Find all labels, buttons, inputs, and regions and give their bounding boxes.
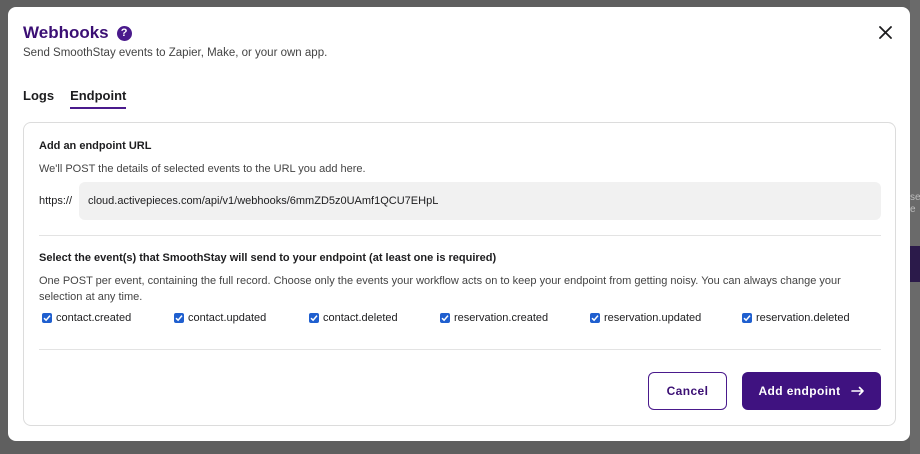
checkbox[interactable] [174,313,184,323]
check-icon [310,315,318,322]
add-endpoint-label: Add endpoint [758,384,841,398]
divider [39,235,881,236]
check-icon [175,315,183,322]
dialog-title: Webhooks [23,23,109,42]
events-section-description: One POST per event, containing the full … [39,275,841,303]
checkbox[interactable] [440,313,450,323]
divider [39,349,881,350]
event-checkbox-list: contact.created contact.updated contact.… [42,312,882,328]
checkbox[interactable] [590,313,600,323]
event-label: reservation.created [454,312,549,324]
backdrop-button [910,246,920,282]
check-icon [743,315,751,322]
event-label: contact.updated [188,312,267,324]
url-protocol-label: https:// [39,195,73,207]
event-reservation-updated[interactable]: reservation.updated [590,312,701,324]
event-label: contact.deleted [323,312,398,324]
check-icon [441,315,449,322]
webhooks-dialog: Webhooks ? Send SmoothStay events to Zap… [8,7,910,441]
tab-bar: Logs Endpoint [23,88,142,109]
arrow-right-icon [850,386,865,396]
check-icon [43,315,51,322]
tab-endpoint[interactable]: Endpoint [70,88,127,109]
endpoint-url-input[interactable] [79,182,881,220]
endpoint-panel: Add an endpoint URL We'll POST the detai… [23,122,896,426]
endpoint-section-description: We'll POST the details of selected event… [39,163,366,175]
event-contact-created[interactable]: contact.created [42,312,131,324]
check-icon [591,315,599,322]
dialog-subtitle: Send SmoothStay events to Zapier, Make, … [23,47,328,59]
dialog-header: Webhooks ? [23,23,132,43]
checkbox[interactable] [42,313,52,323]
checkbox[interactable] [309,313,319,323]
backdrop-text: e [910,204,916,215]
cancel-button[interactable]: Cancel [648,372,727,410]
event-label: reservation.updated [604,312,702,324]
close-button[interactable] [874,21,896,43]
event-label: reservation.deleted [756,312,850,324]
backdrop [910,0,920,454]
events-section-title: Select the event(s) that SmoothStay will… [39,252,497,264]
event-reservation-deleted[interactable]: reservation.deleted [742,312,850,324]
endpoint-section-title: Add an endpoint URL [39,140,152,152]
checkbox[interactable] [742,313,752,323]
close-icon [878,25,892,39]
backdrop-text: se [910,192,920,203]
tab-logs[interactable]: Logs [23,88,54,109]
help-icon[interactable]: ? [116,25,132,41]
event-contact-updated[interactable]: contact.updated [174,312,266,324]
event-label: contact.created [56,312,132,324]
event-contact-deleted[interactable]: contact.deleted [309,312,398,324]
add-endpoint-button[interactable]: Add endpoint [742,372,881,410]
event-reservation-created[interactable]: reservation.created [440,312,548,324]
